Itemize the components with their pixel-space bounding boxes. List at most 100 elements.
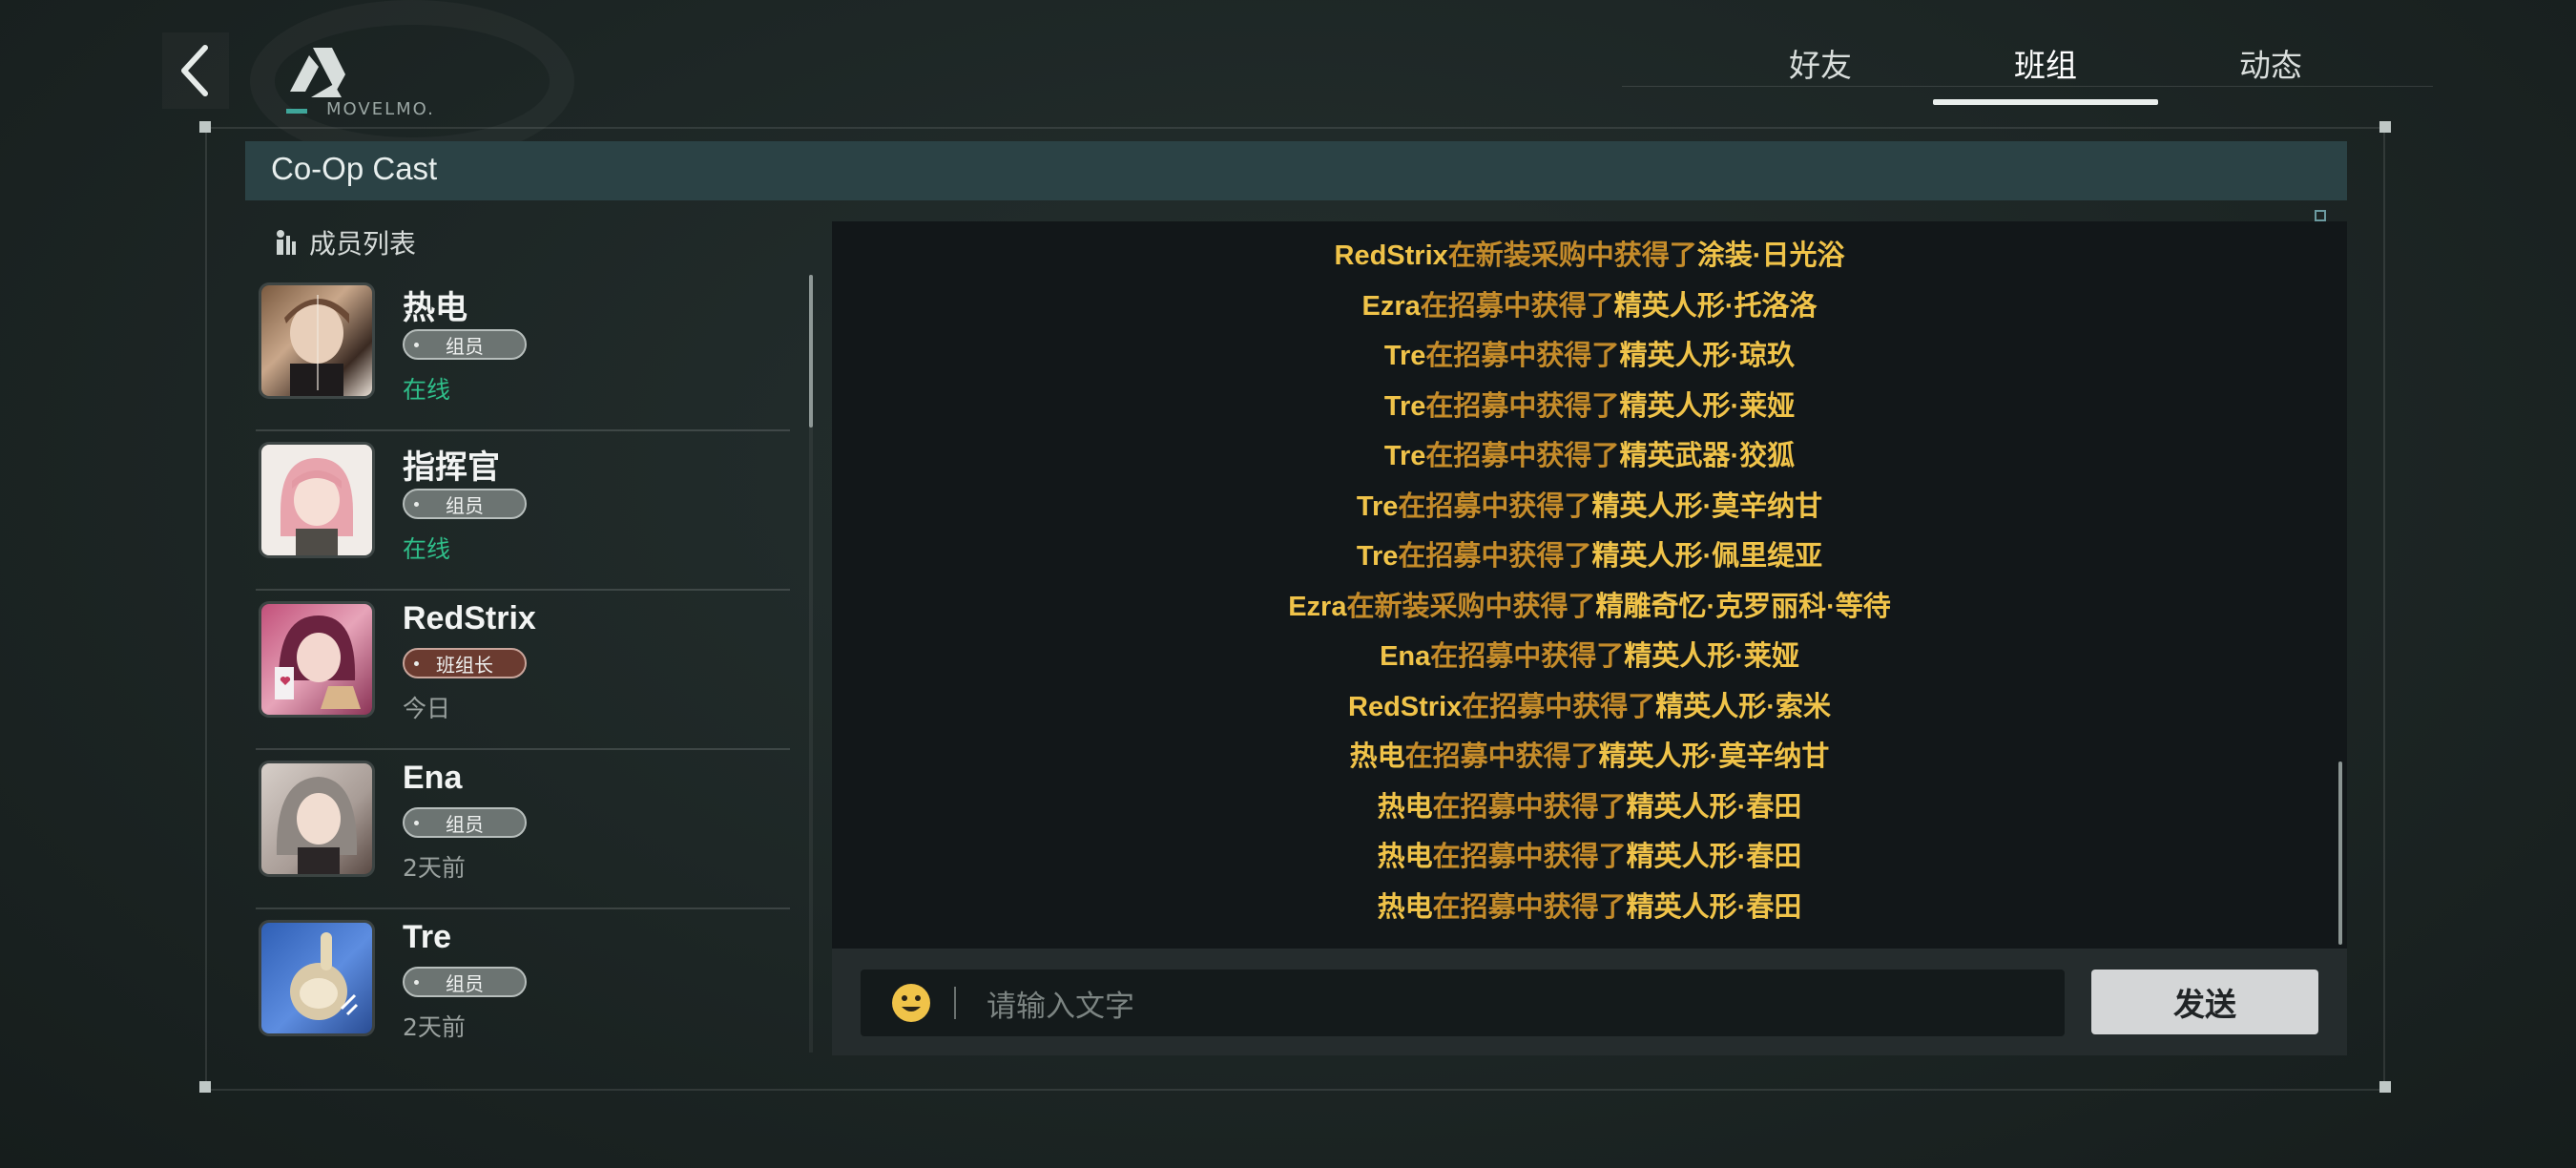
chat-message: 热电在招募中获得了精英人形·春田 (832, 883, 2347, 933)
frame-corner (199, 1081, 211, 1093)
message-item: 精英人形·春田 (1626, 842, 1802, 872)
top-tabs: 好友 班组 动态 (1708, 29, 2383, 105)
chat-message-list: RedStrix在新装采购中获得了涂装·日光浴 Ezra在招募中获得了精英人形·托… (832, 231, 2347, 932)
tab-squad[interactable]: 班组 (1933, 29, 2158, 105)
message-user[interactable]: Tre (1384, 391, 1426, 422)
chat-panel: RedStrix在新装采购中获得了涂装·日光浴 Ezra在招募中获得了精英人形·托… (832, 221, 2347, 949)
chat-message: RedStrix在招募中获得了精英人形·索米 (832, 682, 2347, 733)
chat-message: Ezra在新装采购中获得了精雕奇忆·克罗丽科·等待 (832, 582, 2347, 633)
message-item: 精雕奇忆·克罗丽科·等待 (1595, 591, 1891, 622)
chat-corner-marker (2315, 210, 2326, 221)
chevron-left-icon (181, 45, 208, 96)
message-user[interactable]: RedStrix (1348, 692, 1462, 722)
group-header-band (245, 141, 2347, 200)
member-list: 热电 组员 在线 指挥官 组员 在线 RedStrix 班组长 今日 Ena 组… (256, 272, 790, 1054)
message-action: 在新装采购中获得了 (1346, 591, 1596, 622)
emoji-icon[interactable] (891, 983, 931, 1023)
avatar (261, 604, 372, 715)
message-user[interactable]: Tre (1357, 541, 1399, 572)
member-status: 2天前 (403, 1013, 466, 1041)
avatar (261, 445, 372, 555)
frame-corner (2379, 1081, 2391, 1093)
tab-activity[interactable]: 动态 (2158, 29, 2383, 95)
message-item: 精英人形·春田 (1626, 791, 1802, 823)
chat-scrollbar[interactable] (2338, 761, 2342, 945)
role-label: 组员 (446, 493, 484, 517)
back-button[interactable] (162, 32, 229, 109)
member-name: 指挥官 (403, 449, 500, 486)
message-item: 精英人形·莫辛纳甘 (1598, 741, 1830, 772)
message-item: 精英人形·佩里缇亚 (1591, 541, 1823, 572)
member-list-scrollbar[interactable] (809, 275, 813, 428)
message-user[interactable]: Ena (1380, 641, 1430, 672)
member-name: 热电 (403, 290, 467, 326)
member-item[interactable]: Ena 组员 2天前 (256, 750, 790, 909)
role-badge: 班组长 (403, 648, 527, 678)
member-name: Tre (403, 919, 452, 955)
message-action: 在招募中获得了 (1420, 290, 1614, 322)
message-action: 在招募中获得了 (1462, 691, 1656, 722)
chat-message: Tre在招募中获得了精英人形·莫辛纳甘 (832, 482, 2347, 532)
message-user[interactable]: Ezra (1288, 592, 1346, 622)
role-badge: 组员 (403, 329, 527, 360)
message-user[interactable]: Tre (1357, 491, 1399, 522)
message-user[interactable]: Tre (1384, 441, 1426, 471)
message-user[interactable]: 热电 (1350, 741, 1405, 772)
message-item: 精英人形·索米 (1655, 691, 1831, 722)
chat-message: 热电在招募中获得了精英人形·春田 (832, 832, 2347, 883)
chat-message: Tre在招募中获得了精英人形·莱娅 (832, 382, 2347, 432)
member-item[interactable]: 热电 组员 在线 (256, 272, 790, 431)
avatar (261, 285, 372, 396)
member-item[interactable]: 指挥官 组员 在线 (256, 431, 790, 591)
message-user[interactable]: 热电 (1378, 892, 1433, 923)
message-item: 精英人形·莱娅 (1624, 641, 1799, 672)
message-user[interactable]: Ezra (1362, 291, 1421, 322)
group-title: Co-Op Cast (271, 151, 438, 186)
role-badge: 组员 (403, 489, 527, 519)
members-icon (277, 230, 296, 255)
brand-logo-text: MOVELMO. (326, 99, 435, 119)
message-item: 精英人形·琼玖 (1619, 341, 1796, 371)
message-action: 在招募中获得了 (1404, 741, 1599, 772)
member-name: Ena (403, 760, 463, 796)
message-item: 涂装·日光浴 (1696, 240, 1845, 271)
member-status: 在线 (403, 535, 451, 563)
member-status: 今日 (403, 695, 451, 722)
chat-message: Tre在招募中获得了精英人形·佩里缇亚 (832, 532, 2347, 582)
member-list-label: 成员列表 (309, 228, 417, 260)
role-label: 组员 (446, 812, 484, 836)
message-action: 在招募中获得了 (1430, 641, 1625, 672)
message-action: 在招募中获得了 (1432, 842, 1627, 872)
message-user[interactable]: Tre (1384, 341, 1426, 371)
role-badge: 组员 (403, 807, 527, 838)
chat-input-placeholder[interactable]: 请输入文字 (987, 982, 1134, 1025)
frame-corner (2379, 121, 2391, 133)
chat-message: 热电在招募中获得了精英人形·莫辛纳甘 (832, 732, 2347, 782)
chat-message: Ezra在招募中获得了精英人形·托洛洛 (832, 282, 2347, 332)
tab-friends[interactable]: 好友 (1708, 29, 1933, 95)
message-action: 在招募中获得了 (1425, 341, 1620, 371)
chat-message: Tre在招募中获得了精英武器·狡狐 (832, 431, 2347, 482)
message-action: 在招募中获得了 (1432, 891, 1627, 923)
member-list-title: 成员列表 (273, 223, 416, 261)
chat-message: Tre在招募中获得了精英人形·琼玖 (832, 331, 2347, 382)
member-item[interactable]: Tre 组员 2天前 (256, 909, 790, 1054)
message-action: 在招募中获得了 (1432, 791, 1627, 823)
avatar (261, 763, 372, 874)
message-user[interactable]: 热电 (1378, 792, 1433, 823)
member-item[interactable]: RedStrix 班组长 今日 (256, 591, 790, 750)
message-action: 在招募中获得了 (1398, 541, 1592, 572)
message-item: 精英人形·春田 (1626, 891, 1802, 923)
message-item: 精英人形·莱娅 (1619, 390, 1796, 422)
message-action: 在招募中获得了 (1425, 390, 1620, 422)
send-button[interactable]: 发送 (2091, 970, 2318, 1034)
message-action: 在新装采购中获得了 (1447, 240, 1697, 271)
message-user[interactable]: 热电 (1378, 842, 1433, 872)
member-status: 2天前 (403, 854, 466, 882)
message-action: 在招募中获得了 (1398, 490, 1592, 522)
message-user[interactable]: RedStrix (1335, 240, 1448, 271)
input-divider (954, 987, 956, 1019)
brand-logo-icon (286, 48, 345, 114)
avatar (261, 923, 372, 1033)
message-item: 精英人形·托洛洛 (1613, 290, 1818, 322)
